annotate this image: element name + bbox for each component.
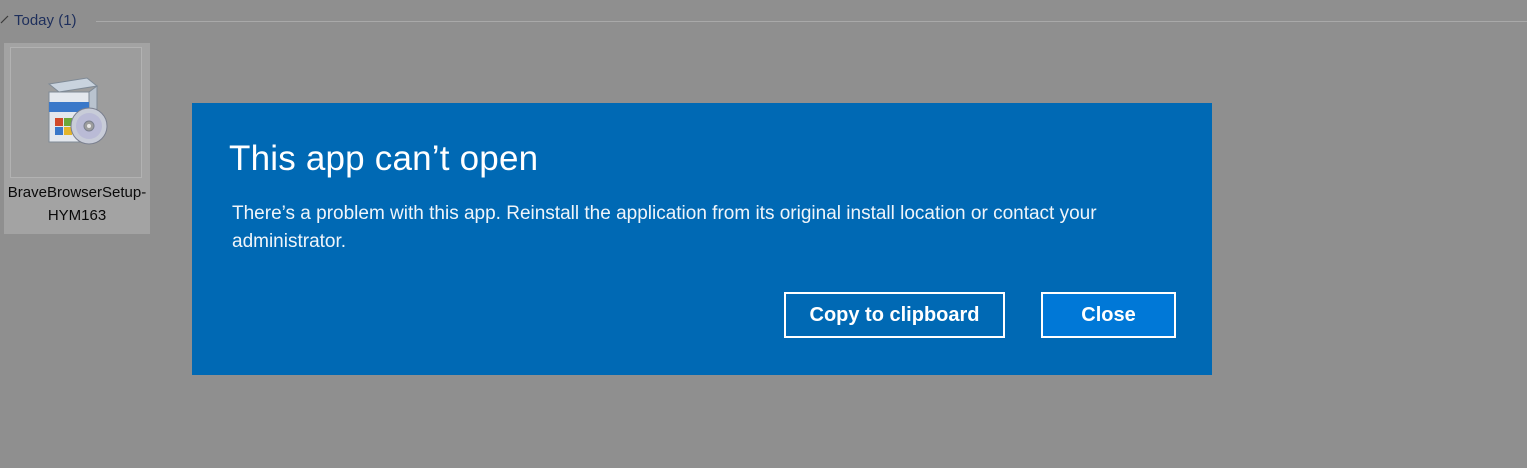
installer-package-icon: [47, 77, 108, 145]
close-button[interactable]: Close: [1041, 292, 1176, 338]
file-name-label: BraveBrowserSetup-HYM163: [7, 184, 147, 224]
file-item[interactable]: BraveBrowserSetup-HYM163: [4, 43, 150, 234]
dialog-message: There’s a problem with this app. Reinsta…: [232, 203, 1097, 252]
copy-to-clipboard-button[interactable]: Copy to clipboard: [784, 292, 1005, 338]
dialog-title: This app can’t open: [229, 139, 539, 178]
group-title: Today (1): [14, 12, 77, 29]
file-thumbnail: [10, 47, 142, 178]
error-dialog: This app can’t open There’s a problem wi…: [192, 103, 1212, 375]
group-divider: [96, 21, 1527, 22]
chevron-down-icon[interactable]: [0, 14, 10, 26]
group-header-today[interactable]: Today (1): [0, 8, 1527, 36]
